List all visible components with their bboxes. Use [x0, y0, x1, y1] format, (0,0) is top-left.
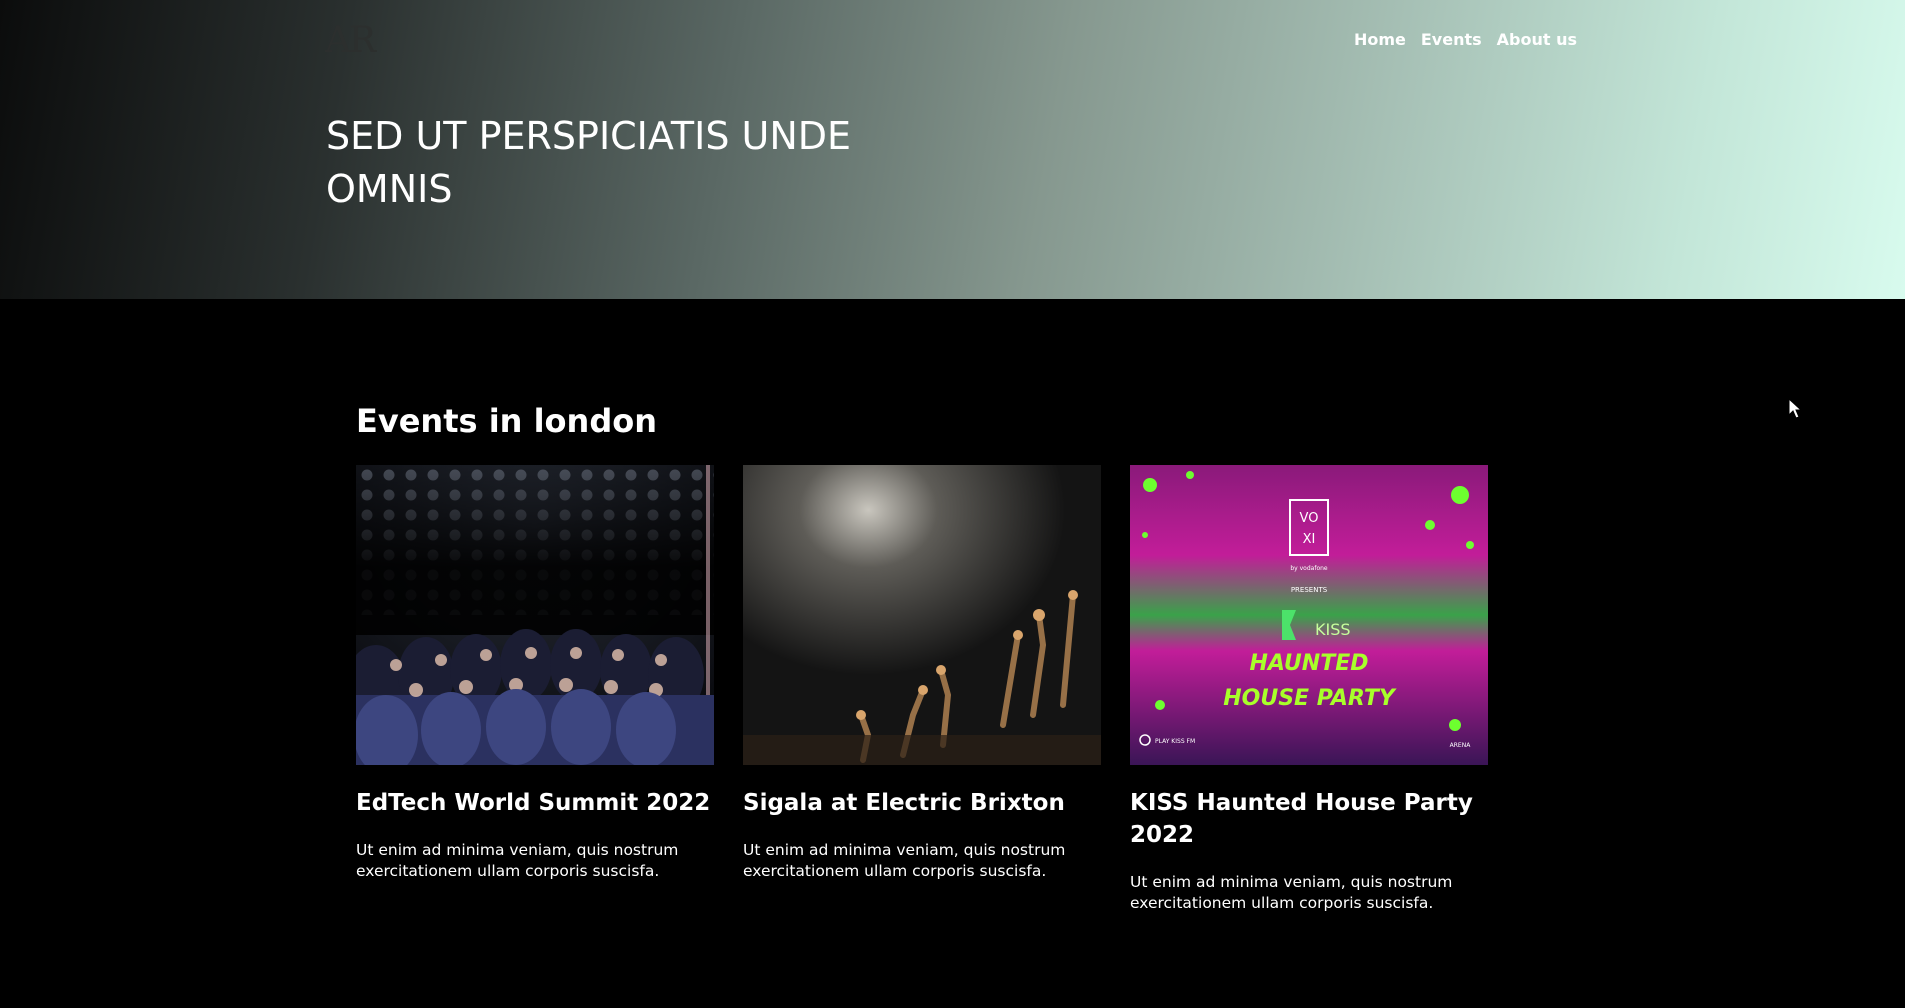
event-title[interactable]: Sigala at Electric Brixton [743, 787, 1101, 819]
svg-text:VO: VO [1300, 511, 1319, 526]
nav-home-link[interactable]: Home [1354, 30, 1406, 49]
event-title[interactable]: EdTech World Summit 2022 [356, 787, 714, 819]
event-card[interactable]: VO XI by vodafone PRESENTS KISS HAUNTED … [1130, 465, 1488, 914]
svg-text:KISS: KISS [1315, 620, 1351, 639]
svg-text:PRESENTS: PRESENTS [1291, 586, 1328, 594]
events-section: Events in london EdTech World Summit 202… [0, 299, 1905, 1008]
event-image-conference[interactable] [356, 465, 714, 765]
event-image-concert[interactable] [743, 465, 1101, 765]
main-nav: Home Events About us [1354, 30, 1577, 49]
svg-text:PLAY KISS FM: PLAY KISS FM [1155, 738, 1195, 745]
event-card[interactable]: EdTech World Summit 2022 Ut enim ad mini… [356, 465, 714, 882]
site-logo[interactable]: AR [325, 20, 376, 61]
svg-text:by vodafone: by vodafone [1290, 565, 1328, 572]
event-description: Ut enim ad minima veniam, quis nostrum e… [1130, 873, 1453, 912]
svg-text:HOUSE PARTY: HOUSE PARTY [1223, 686, 1397, 711]
hero-header: AR Home Events About us SED UT PERSPICIA… [0, 0, 1905, 299]
mouse-pointer-icon [1788, 398, 1803, 419]
hero-title: SED UT PERSPICIATIS UNDE OMNIS [326, 114, 852, 211]
event-description: Ut enim ad minima veniam, quis nostrum e… [743, 841, 1066, 880]
nav-events-link[interactable]: Events [1421, 30, 1482, 49]
event-card[interactable]: Sigala at Electric Brixton Ut enim ad mi… [743, 465, 1101, 882]
events-heading: Events in london [356, 402, 657, 440]
event-description: Ut enim ad minima veniam, quis nostrum e… [356, 841, 679, 880]
event-title[interactable]: KISS Haunted House Party 2022 [1130, 787, 1488, 851]
nav-about-link[interactable]: About us [1497, 30, 1577, 49]
svg-text:HAUNTED: HAUNTED [1249, 651, 1368, 676]
svg-text:ARENA: ARENA [1450, 742, 1472, 749]
svg-text:XI: XI [1303, 532, 1316, 547]
event-image-haunted-poster[interactable]: VO XI by vodafone PRESENTS KISS HAUNTED … [1130, 465, 1488, 765]
